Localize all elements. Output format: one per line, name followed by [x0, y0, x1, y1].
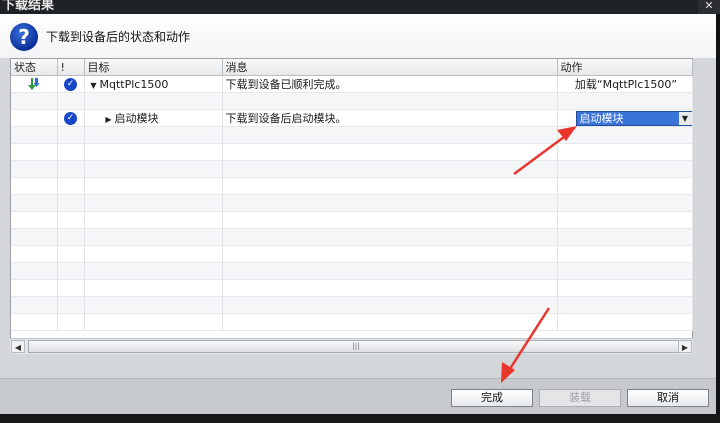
row-target: 启动模块 — [114, 112, 159, 125]
cancel-button[interactable]: 取消 — [627, 389, 709, 407]
table-row — [11, 160, 693, 178]
window-edge — [716, 14, 720, 423]
column-flag[interactable]: ! — [57, 59, 85, 76]
table-row — [11, 262, 693, 280]
column-message[interactable]: 消息 — [222, 59, 558, 76]
window-titlebar: 下载结果 ✕ — [0, 0, 720, 14]
results-grid: 状态 ! 目标 消息 动作 ✓ ▼ MqttPlc1500 下载到设备已顺利完成… — [10, 58, 693, 354]
row-target: MqttPlc1500 — [99, 77, 169, 91]
download-results-dialog: ? 下载到设备后的状态和动作 状态 ! 目标 消息 动作 ✓ ▼ MqttPlc… — [0, 14, 716, 414]
check-icon: ✓ — [64, 111, 77, 125]
header-description: 下载到设备后的状态和动作 — [46, 30, 191, 44]
table-row — [11, 228, 693, 246]
load-button[interactable]: 装载 — [539, 389, 621, 407]
download-status-icon — [27, 78, 40, 90]
action-dropdown-value: 启动模块 — [579, 111, 624, 125]
scroll-left-icon[interactable]: ◀ — [11, 340, 25, 353]
window-title: 下载结果 — [2, 0, 55, 13]
expand-down-icon[interactable]: ▼ — [88, 81, 100, 90]
row-message: 下载到设备已顺利完成。 — [222, 75, 558, 93]
table-row — [11, 245, 693, 263]
table-row — [11, 143, 693, 161]
dropdown-arrow-icon[interactable]: ▼ — [678, 111, 691, 125]
expand-right-icon[interactable]: ▶ — [103, 115, 115, 124]
row-message: 下载到设备后启动模块。 — [222, 109, 558, 127]
question-icon: ? — [10, 23, 38, 51]
table-row — [11, 296, 693, 314]
table-row — [11, 194, 693, 212]
table-header: 状态 ! 目标 消息 动作 — [11, 59, 693, 76]
dialog-header: ? 下载到设备后的状态和动作 — [0, 14, 716, 58]
action-dropdown[interactable]: 启动模块 ▼ — [575, 110, 691, 126]
close-button[interactable]: ✕ — [698, 0, 720, 14]
table-row[interactable]: ✓ ▶ 启动模块 下载到设备后启动模块。 启动模块 ▼ — [11, 109, 693, 127]
row-action: 加载“MqttPlc1500” — [557, 75, 693, 93]
dialog-footer: 完成 装载 取消 — [0, 378, 716, 414]
column-action[interactable]: 动作 — [557, 59, 693, 76]
column-status[interactable]: 状态 — [11, 59, 58, 76]
scroll-right-icon[interactable]: ▶ — [678, 340, 692, 353]
table-row — [11, 92, 693, 110]
table-row — [11, 177, 693, 195]
table-row — [11, 211, 693, 229]
table-row — [11, 126, 693, 144]
table-row — [11, 279, 693, 297]
check-icon: ✓ — [64, 77, 77, 91]
finish-button[interactable]: 完成 — [451, 389, 533, 407]
results-table: 状态 ! 目标 消息 动作 ✓ ▼ MqttPlc1500 下载到设备已顺利完成… — [11, 59, 693, 331]
window-bottom-edge — [0, 414, 720, 423]
column-target[interactable]: 目标 — [84, 59, 223, 76]
horizontal-scrollbar[interactable]: ◀ ||| ▶ — [10, 338, 693, 354]
table-row — [11, 313, 693, 331]
scroll-thumb[interactable]: ||| — [28, 340, 684, 353]
table-row[interactable]: ✓ ▼ MqttPlc1500 下载到设备已顺利完成。 加载“MqttPlc150… — [11, 75, 693, 93]
